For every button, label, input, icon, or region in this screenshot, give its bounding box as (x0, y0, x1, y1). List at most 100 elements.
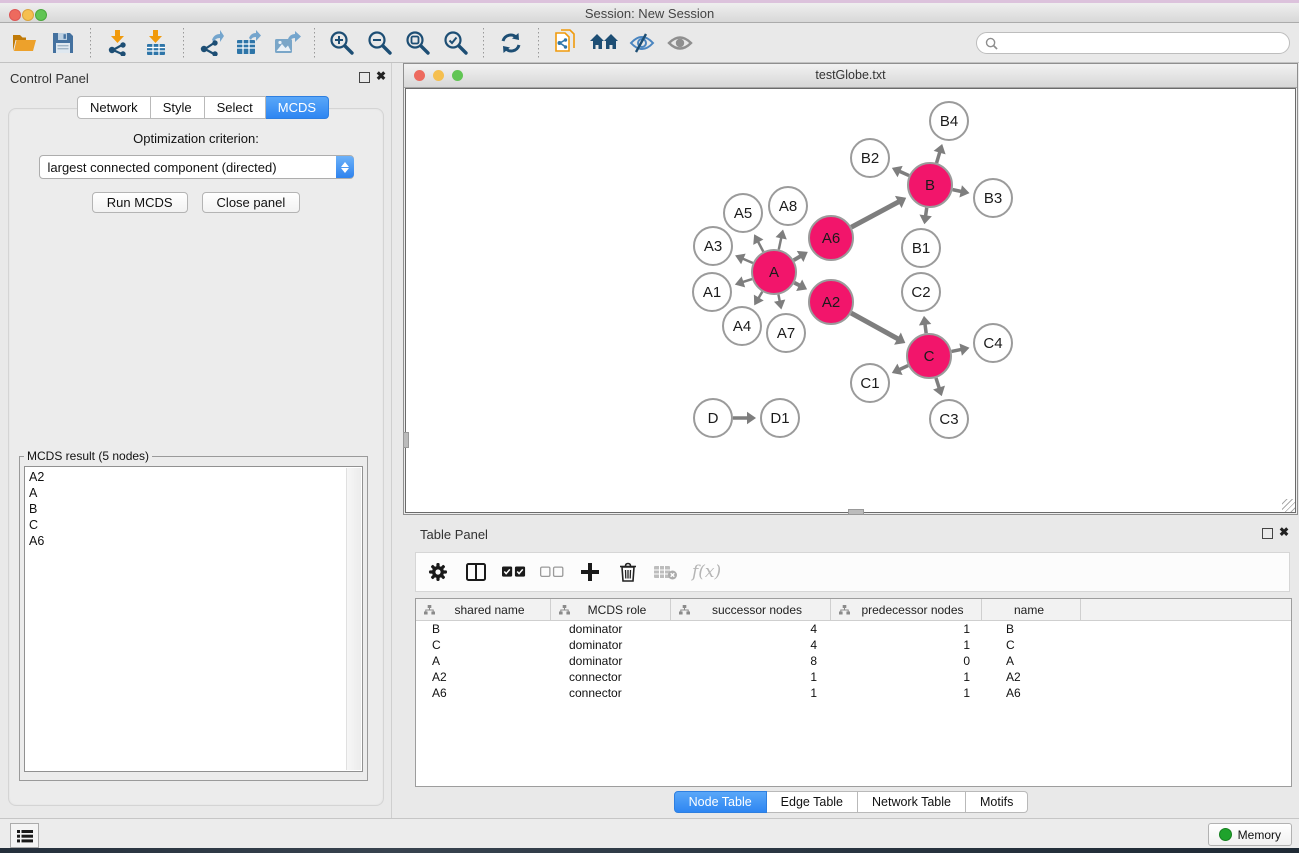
memory-button[interactable]: Memory (1208, 823, 1292, 846)
table-row[interactable]: A2connector11A2 (416, 669, 1291, 685)
node-A3[interactable]: A3 (694, 227, 732, 265)
cell-predecessor-nodes[interactable]: 1 (831, 685, 982, 701)
close-panel-button[interactable]: Close panel (202, 192, 301, 213)
node-A5[interactable]: A5 (724, 194, 762, 232)
eye-slash-icon[interactable] (626, 27, 658, 59)
edge-C-C1[interactable] (892, 364, 908, 375)
edge-B-B1[interactable] (919, 208, 931, 224)
node-A6[interactable]: A6 (809, 216, 853, 260)
node-C2[interactable]: C2 (902, 273, 940, 311)
table-row[interactable]: Bdominator41B (416, 621, 1291, 637)
node-B3[interactable]: B3 (974, 179, 1012, 217)
column-pane-icon[interactable] (464, 560, 488, 584)
cell-name[interactable]: A (982, 653, 1081, 669)
open-session-icon[interactable] (9, 27, 41, 59)
cell-MCDS-role[interactable]: dominator (551, 653, 671, 669)
node-C3[interactable]: C3 (930, 400, 968, 438)
float-panel-icon[interactable] (1262, 528, 1273, 539)
node-C1[interactable]: C1 (851, 364, 889, 402)
cell-name[interactable]: C (982, 637, 1081, 653)
tab-mcds[interactable]: MCDS (266, 96, 329, 119)
gear-icon[interactable] (426, 560, 450, 584)
node-A[interactable]: A (752, 250, 796, 294)
search-input[interactable] (1003, 35, 1281, 51)
export-image-icon[interactable] (271, 27, 303, 59)
cell-predecessor-nodes[interactable]: 0 (831, 653, 982, 669)
network-canvas[interactable]: AA1A2A3A4A5A6A7A8BB1B2B3B4CC1C2C3C4DD1 (405, 88, 1296, 513)
edge-B-B2[interactable] (892, 166, 909, 177)
cell-shared-name[interactable]: C (416, 637, 551, 653)
cell-predecessor-nodes[interactable]: 1 (831, 621, 982, 637)
node-A8[interactable]: A8 (769, 187, 807, 225)
mcds-result-item[interactable]: A6 (29, 533, 362, 549)
cell-MCDS-role[interactable]: dominator (551, 621, 671, 637)
column-header-successor-nodes[interactable]: successor nodes (671, 599, 831, 620)
resize-grip-icon[interactable] (1282, 499, 1295, 512)
splitter-handle[interactable] (848, 509, 864, 515)
cell-predecessor-nodes[interactable]: 1 (831, 669, 982, 685)
edge-C-C4[interactable] (952, 343, 970, 355)
close-panel-icon[interactable]: ✖ (1279, 525, 1289, 539)
mcds-result-item[interactable]: A2 (29, 469, 362, 485)
run-mcds-button[interactable]: Run MCDS (92, 192, 188, 213)
column-header-MCDS-role[interactable]: MCDS role (551, 599, 671, 620)
edge-A-A6[interactable] (794, 251, 808, 262)
table-row[interactable]: Cdominator41C (416, 637, 1291, 653)
edge-A-A8[interactable] (776, 229, 787, 249)
tab-select[interactable]: Select (205, 96, 266, 119)
node-A4[interactable]: A4 (723, 307, 761, 345)
scrollbar[interactable] (346, 468, 361, 770)
criterion-dropdown[interactable]: largest connected component (directed) (39, 155, 354, 179)
cell-name[interactable]: B (982, 621, 1081, 637)
node-A1[interactable]: A1 (693, 273, 731, 311)
cell-MCDS-role[interactable]: connector (551, 669, 671, 685)
node-table[interactable]: shared nameMCDS rolesuccessor nodesprede… (415, 598, 1292, 787)
column-header-predecessor-nodes[interactable]: predecessor nodes (831, 599, 982, 620)
node-C4[interactable]: C4 (974, 324, 1012, 362)
node-C[interactable]: C (907, 334, 951, 378)
tab-style[interactable]: Style (151, 96, 205, 119)
cell-predecessor-nodes[interactable]: 1 (831, 637, 982, 653)
node-B4[interactable]: B4 (930, 102, 968, 140)
table-row[interactable]: A6connector11A6 (416, 685, 1291, 701)
zoom-out-icon[interactable] (364, 27, 396, 59)
edge-B-B3[interactable] (953, 185, 970, 197)
edge-A-A3[interactable] (735, 254, 753, 265)
edge-A2-C[interactable] (851, 313, 905, 345)
home-icon[interactable] (588, 27, 620, 59)
edge-A-A2[interactable] (794, 279, 807, 291)
save-session-icon[interactable] (47, 27, 79, 59)
column-header-name[interactable]: name (982, 599, 1081, 620)
cell-name[interactable]: A2 (982, 669, 1081, 685)
node-B1[interactable]: B1 (902, 229, 940, 267)
edge-A-A4[interactable] (754, 292, 764, 306)
tab-node-table[interactable]: Node Table (674, 791, 767, 813)
cell-shared-name[interactable]: A (416, 653, 551, 669)
trash-icon[interactable] (616, 560, 640, 584)
task-history-button[interactable] (10, 823, 39, 848)
import-network-icon[interactable] (102, 27, 134, 59)
mcds-result-item[interactable]: C (29, 517, 362, 533)
node-D1[interactable]: D1 (761, 399, 799, 437)
edge-C-C2[interactable] (919, 316, 931, 333)
cell-MCDS-role[interactable]: connector (551, 685, 671, 701)
tab-motifs[interactable]: Motifs (966, 791, 1028, 813)
cell-shared-name[interactable]: B (416, 621, 551, 637)
close-panel-icon[interactable]: ✖ (376, 69, 386, 83)
network-window-titlebar[interactable]: testGlobe.txt (404, 64, 1297, 88)
tab-edge-table[interactable]: Edge Table (767, 791, 858, 813)
cell-shared-name[interactable]: A2 (416, 669, 551, 685)
export-network-icon[interactable] (195, 27, 227, 59)
edge-C-C3[interactable] (933, 378, 945, 396)
table-row[interactable]: Adominator80A (416, 653, 1291, 669)
duplicate-network-icon[interactable] (550, 27, 582, 59)
export-table-icon[interactable] (233, 27, 265, 59)
node-B2[interactable]: B2 (851, 139, 889, 177)
edge-A-A5[interactable] (753, 234, 763, 251)
eye-icon[interactable] (664, 27, 696, 59)
edge-A6-B[interactable] (851, 196, 906, 227)
node-A7[interactable]: A7 (767, 314, 805, 352)
cell-shared-name[interactable]: A6 (416, 685, 551, 701)
cell-successor-nodes[interactable]: 8 (671, 653, 831, 669)
column-header-shared-name[interactable]: shared name (416, 599, 551, 620)
